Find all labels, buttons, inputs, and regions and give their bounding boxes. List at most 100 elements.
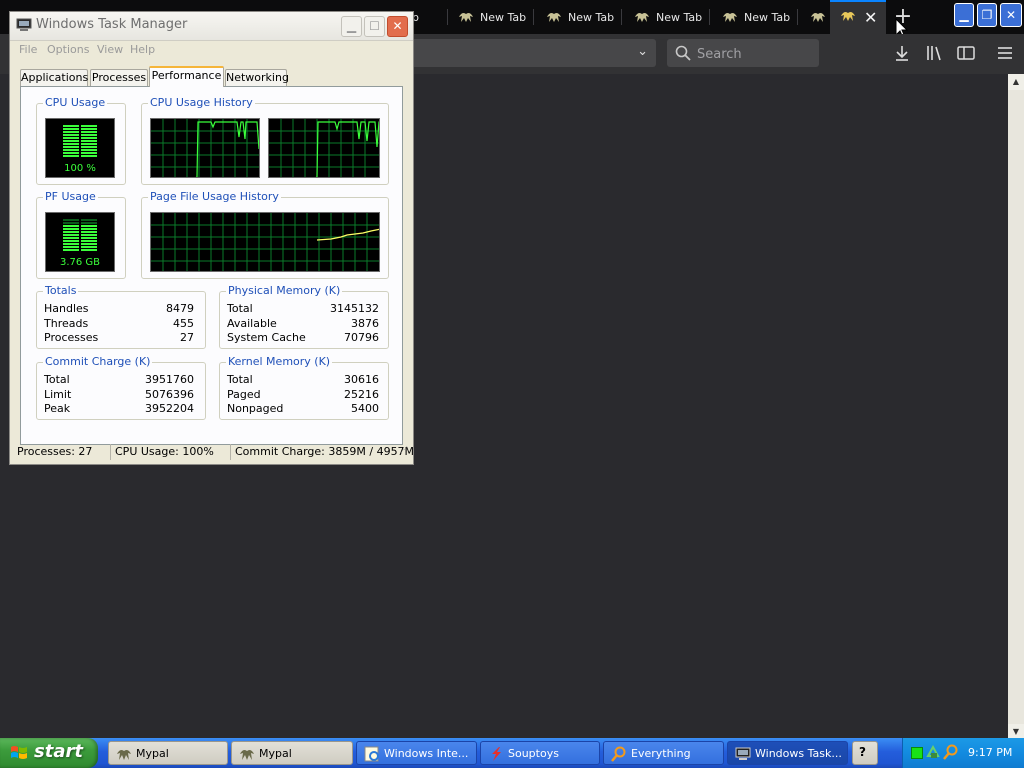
tab-separator bbox=[621, 9, 622, 25]
taskbar-button-label: Souptoys bbox=[508, 747, 559, 760]
browser-tab[interactable]: New Tab bbox=[712, 2, 798, 32]
tab-networking[interactable]: Networking bbox=[225, 69, 289, 86]
menu-view[interactable]: View bbox=[97, 43, 123, 56]
taskbar-button-mypal[interactable]: Mypal bbox=[231, 741, 353, 765]
sidebar-icon[interactable] bbox=[955, 42, 977, 64]
commit-total-value: 3951760 bbox=[145, 373, 194, 386]
search-bar[interactable] bbox=[667, 39, 819, 67]
commit-limit-label: Limit bbox=[44, 388, 72, 401]
window-title: Windows Task Manager bbox=[36, 17, 188, 32]
status-commit-charge: Commit Charge: 3859M / 4957M bbox=[230, 444, 414, 460]
taskbar-button-label: Mypal bbox=[136, 747, 169, 760]
souptoys-icon bbox=[492, 747, 501, 761]
kernel-nonpaged-label: Nonpaged bbox=[227, 402, 284, 415]
tray-status-icon[interactable] bbox=[911, 747, 923, 759]
taskbar-button-mypal[interactable]: Mypal bbox=[108, 741, 228, 765]
kernel-memory-label: Kernel Memory (K) bbox=[226, 355, 333, 368]
meter-segment bbox=[63, 125, 79, 127]
url-bar[interactable]: ⌄ bbox=[405, 39, 656, 67]
meter-segment bbox=[81, 222, 97, 224]
mypal-favicon-icon bbox=[547, 13, 561, 22]
close-button[interactable]: ✕ bbox=[1000, 3, 1022, 27]
threads-value: 455 bbox=[173, 317, 194, 330]
pf-history-label: Page File Usage History bbox=[148, 190, 281, 203]
taskbar-button-everything[interactable]: Everything bbox=[603, 741, 724, 765]
meter-segment bbox=[63, 143, 79, 145]
taskbar-button-label: Windows Inte... bbox=[384, 747, 469, 760]
cpu-meter-bars bbox=[63, 125, 97, 157]
taskbar: start Mypal Mypal Windows Inte... Soupto… bbox=[0, 738, 1024, 768]
totals-group: Totals Handles 8479 Threads 455 Processes 2… bbox=[36, 284, 206, 349]
scroll-up-arrow-icon[interactable]: ▲ bbox=[1008, 74, 1024, 90]
tab-separator bbox=[533, 9, 534, 25]
tab-applications[interactable]: Applications bbox=[20, 69, 88, 86]
close-button[interactable]: ✕ bbox=[387, 16, 408, 37]
start-label: start bbox=[34, 741, 83, 762]
resize-grip-icon[interactable]: ⋰ bbox=[400, 445, 410, 457]
meter-segment bbox=[63, 140, 79, 142]
taskbar-button-souptoys[interactable]: Souptoys bbox=[480, 741, 600, 765]
taskbar-button-label: Everything bbox=[631, 747, 691, 760]
menu-file[interactable]: File bbox=[19, 43, 37, 56]
tab-performance[interactable]: Performance bbox=[149, 66, 224, 87]
taskbar-button-windows-task-manager[interactable]: Windows Task... bbox=[727, 741, 848, 765]
start-button[interactable]: start bbox=[0, 738, 98, 768]
taskbar-button-help[interactable]: ? bbox=[852, 741, 878, 765]
physical-total-label: Total bbox=[227, 302, 253, 315]
meter-segment bbox=[63, 231, 79, 233]
meter-segment bbox=[81, 155, 97, 157]
meter-segment bbox=[81, 237, 97, 239]
browser-tab-label: New Tab bbox=[656, 11, 703, 24]
meter-segment bbox=[63, 128, 79, 130]
meter-segment bbox=[81, 149, 97, 151]
meter-segment bbox=[81, 234, 97, 236]
meter-segment bbox=[81, 249, 97, 251]
commit-limit-value: 5076396 bbox=[145, 388, 194, 401]
browser-tab-active[interactable]: ✕ bbox=[830, 0, 886, 34]
mypal-icon bbox=[240, 750, 254, 760]
minimize-button[interactable]: ▁ bbox=[341, 16, 362, 37]
meter-segment bbox=[63, 234, 79, 236]
physical-memory-group: Physical Memory (K) Total 3145132 Availab… bbox=[219, 284, 389, 349]
status-processes: Processes: 27 bbox=[17, 445, 93, 458]
physical-available-label: Available bbox=[227, 317, 277, 330]
everything-search-icon bbox=[611, 746, 626, 762]
system-cache-label: System Cache bbox=[227, 331, 306, 344]
help-icon: ? bbox=[859, 745, 866, 759]
library-icon[interactable] bbox=[923, 42, 945, 64]
browser-tab[interactable] bbox=[800, 2, 830, 32]
cpu-history-label: CPU Usage History bbox=[148, 96, 255, 109]
hamburger-menu-icon[interactable] bbox=[994, 42, 1016, 64]
task-manager-icon bbox=[735, 747, 751, 760]
page-scrollbar[interactable]: ▲ ▼ bbox=[1008, 74, 1024, 740]
commit-charge-label: Commit Charge (K) bbox=[43, 355, 153, 368]
menu-help[interactable]: Help bbox=[130, 43, 155, 56]
browser-tab[interactable]: New Tab bbox=[448, 2, 534, 32]
minimize-button[interactable]: ▁ bbox=[954, 3, 974, 27]
chevron-down-icon[interactable]: ⌄ bbox=[637, 44, 648, 59]
tray-recycle-icon[interactable] bbox=[925, 744, 941, 760]
meter-segment bbox=[81, 240, 97, 242]
meter-segment bbox=[81, 228, 97, 230]
pf-history-line bbox=[316, 228, 379, 241]
downloads-icon[interactable] bbox=[891, 42, 913, 64]
pf-usage-value: 3.76 GB bbox=[59, 257, 101, 268]
search-input[interactable] bbox=[695, 44, 817, 64]
task-manager-title-bar[interactable]: Windows Task Manager ▁ ☐ ✕ bbox=[10, 12, 413, 41]
meter-segment bbox=[81, 219, 97, 221]
browser-tab[interactable]: New Tab bbox=[536, 2, 622, 32]
menu-options[interactable]: Options bbox=[47, 43, 89, 56]
restore-button[interactable]: ❐ bbox=[977, 3, 997, 27]
performance-panel: CPU Usage 100 % CPU Usage History PF Usa… bbox=[20, 86, 403, 445]
browser-tab[interactable]: New Tab bbox=[624, 2, 710, 32]
tab-processes[interactable]: Processes bbox=[90, 69, 148, 86]
close-tab-icon[interactable]: ✕ bbox=[864, 8, 877, 27]
kernel-total-value: 30616 bbox=[344, 373, 379, 386]
taskbar-button-windows-internet[interactable]: Windows Inte... bbox=[356, 741, 477, 765]
meter-segment bbox=[81, 146, 97, 148]
taskbar-button-label: Mypal bbox=[259, 747, 292, 760]
status-bar: Processes: 27 CPU Usage: 100% Commit Cha… bbox=[13, 441, 414, 461]
tray-everything-icon[interactable] bbox=[943, 744, 959, 760]
maximize-button[interactable]: ☐ bbox=[364, 16, 385, 37]
totals-label: Totals bbox=[43, 284, 79, 297]
